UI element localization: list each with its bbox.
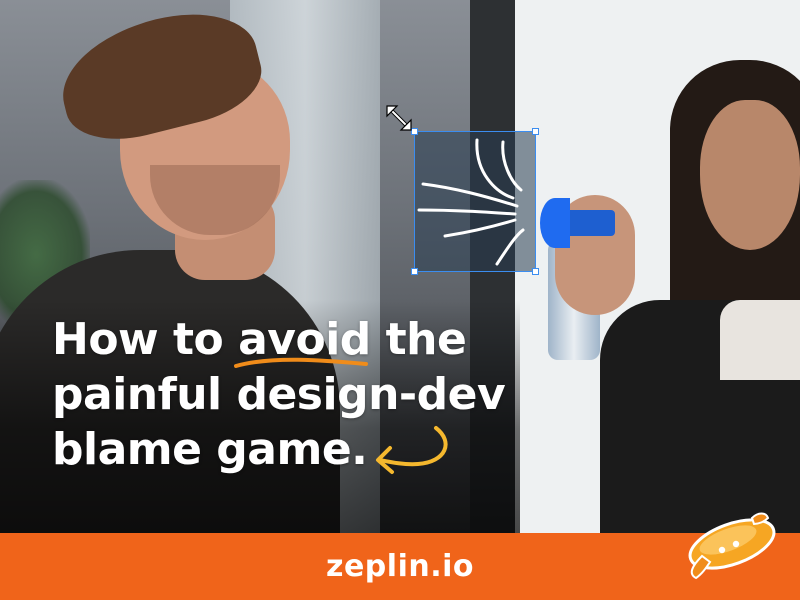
handdrawn-underline — [234, 357, 368, 368]
headline-text: How to — [52, 314, 239, 365]
promo-banner: How to avoid the painful design-dev blam… — [0, 0, 800, 600]
headline-text: the — [370, 314, 467, 365]
selection-handle-bottom-left[interactable] — [411, 268, 418, 275]
selection-handle-bottom-right[interactable] — [532, 268, 539, 275]
selection-handle-top-right[interactable] — [532, 128, 539, 135]
air-horn-bell — [540, 198, 570, 248]
air-horn-stem — [565, 210, 615, 236]
woman-shirt — [720, 300, 800, 380]
selection-box[interactable] — [411, 128, 539, 275]
woman-face — [700, 100, 800, 250]
diagonal-resize-cursor-icon — [386, 105, 412, 131]
site-url[interactable]: zeplin.io — [0, 533, 800, 600]
handdrawn-arrow-icon — [376, 426, 448, 474]
zeplin-zeppelin-logo-icon — [688, 512, 776, 580]
sound-blast-lines — [417, 138, 525, 266]
footer-bar: zeplin.io — [0, 533, 800, 600]
